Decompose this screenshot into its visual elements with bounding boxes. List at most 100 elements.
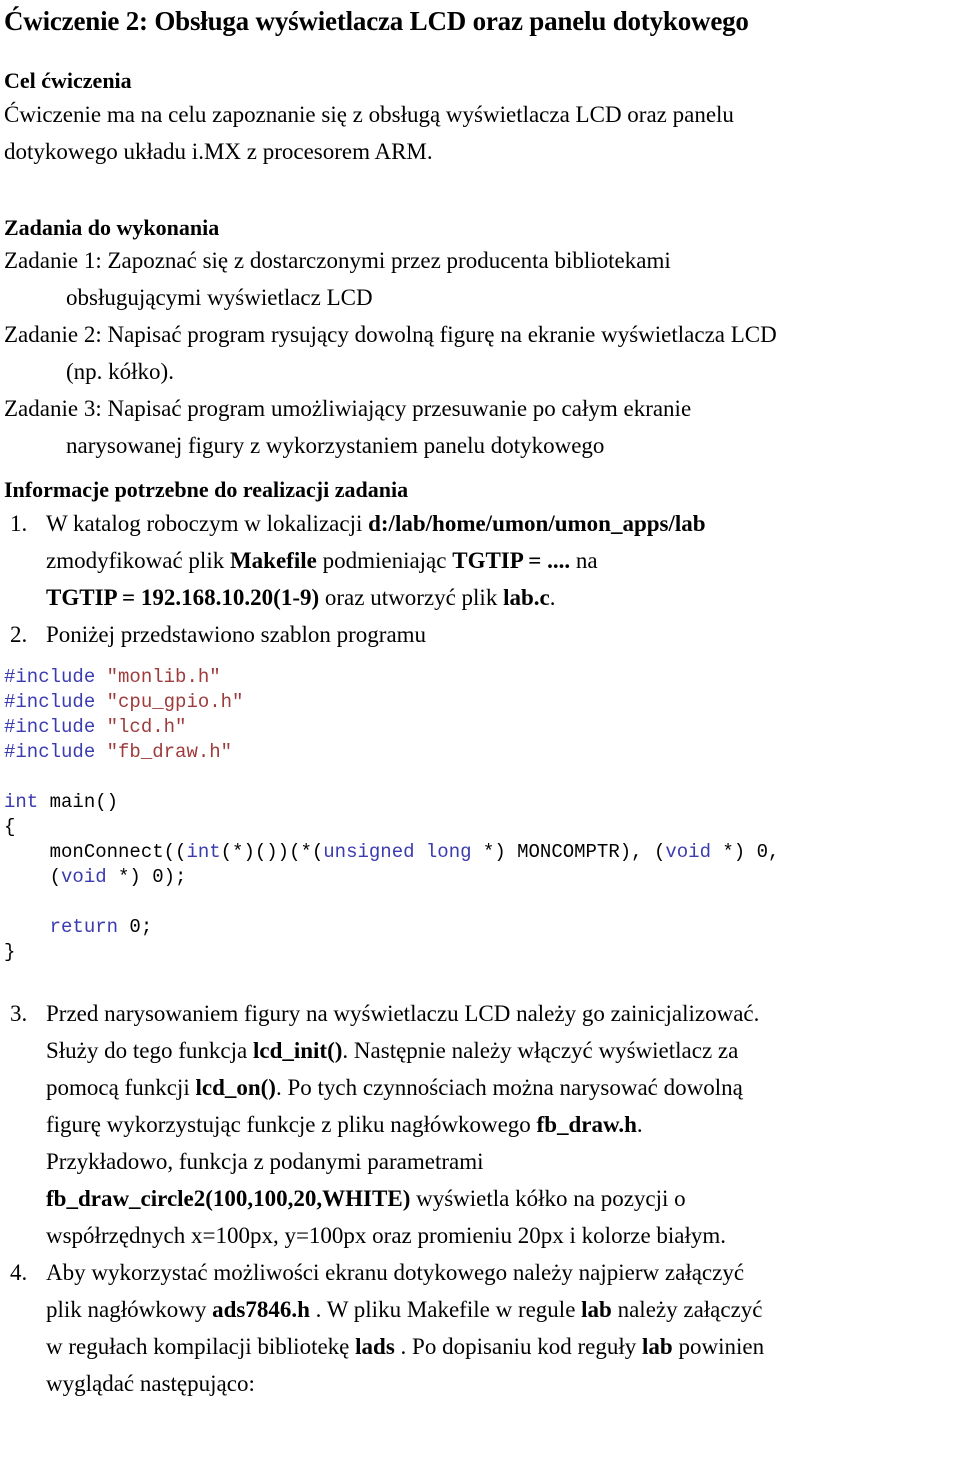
code-token-pp: #include (4, 715, 96, 738)
emphasis-text: lab.c (503, 584, 550, 610)
plain-text: . W pliku Makefile w regule (309, 1296, 582, 1322)
list-item-marker: 2. (10, 621, 28, 647)
list-item-line: plik nagłówkowy ads7846.h . W pliku Make… (46, 1291, 960, 1328)
plain-text: Przed narysowaniem figury na wyświetlacz… (46, 1000, 760, 1026)
plain-text: oraz utworzyć plik (319, 584, 504, 610)
plain-text: Poniżej przedstawiono szablon programu (46, 621, 427, 647)
plain-text: wyglądać następująco: (46, 1370, 255, 1396)
code-token: 0; (118, 915, 153, 938)
task-cont: narysowanej figury z wykorzystaniem pane… (66, 433, 605, 459)
list-item-line: figurę wykorzystując funkcje z pliku nag… (46, 1106, 960, 1143)
code-line: (void *) 0); (4, 865, 960, 890)
code-block: #include "monlib.h" #include "cpu_gpio.h"… (4, 665, 960, 965)
list-item-line: Poniżej przedstawiono szablon programu (46, 616, 960, 653)
code-token: } (4, 940, 16, 963)
code-token-kw: return (49, 915, 119, 938)
info-heading: Informacje potrzebne do realizacji zadan… (4, 477, 409, 503)
code-token-pp: #include (4, 690, 96, 713)
emphasis-text: d:/lab/home/umon/umon_apps/lab (368, 510, 706, 536)
list-item-marker: 3. (10, 1000, 28, 1026)
plain-text: figurę wykorzystując funkcje z pliku nag… (46, 1111, 537, 1137)
code-line: monConnect((int(*)())(*(unsigned long *)… (4, 840, 960, 865)
code-token-str: "cpu_gpio.h" (106, 690, 244, 713)
plain-text: plik nagłówkowy (46, 1296, 213, 1322)
emphasis-text: TGTIP = .... (452, 547, 571, 573)
emphasis-text: ads7846.h (212, 1296, 310, 1322)
code-token-kw: void (665, 840, 711, 863)
info-list-part1: 1. W katalog roboczym w lokalizacji d:/la… (0, 505, 960, 653)
task-main: Zadanie 1: Zapoznać się z dostarczonymi … (4, 248, 671, 274)
document-page: Ćwiczenie 2: Obsługa wyświetlacza LCD or… (0, 6, 960, 1480)
emphasis-text: lcd_init() (252, 1037, 343, 1063)
list-item-line: współrzędnych x=100px, y=100px oraz prom… (46, 1217, 960, 1254)
emphasis-text: lab (581, 1296, 612, 1322)
code-token: (*)())(*( (220, 840, 324, 863)
plain-text: na (570, 547, 598, 573)
code-token-str: "monlib.h" (106, 665, 221, 688)
code-token-kw: int (4, 790, 39, 813)
emphasis-text: lab (642, 1333, 673, 1359)
code-token-kw: void (61, 865, 107, 888)
list-item: 1. W katalog roboczym w lokalizacji d:/la… (10, 505, 960, 616)
plain-text: . Po tych czynnościach można narysować d… (275, 1074, 743, 1100)
emphasis-text: lcd_on() (195, 1074, 276, 1100)
list-item-line: W katalog roboczym w lokalizacji d:/lab/… (46, 505, 960, 542)
code-token-str: "fb_draw.h" (106, 740, 233, 763)
list-item-line: TGTIP = 192.168.10.20(1-9) oraz utworzyć… (46, 579, 960, 616)
task-main: Zadanie 2: Napisać program rysujący dowo… (4, 322, 777, 348)
code-token: *) 0, (710, 840, 780, 863)
plain-text: w regułach kompilacji bibliotekę (46, 1333, 356, 1359)
task-cont: (np. kółko). (66, 359, 174, 385)
plain-text: pomocą funkcji (46, 1074, 196, 1100)
info-list-part2: 3. Przed narysowaniem figury na wyświetla… (0, 995, 960, 1402)
tasks-list: Zadanie 1: Zapoznać się z dostarczonymi … (0, 242, 960, 464)
emphasis-text: Makefile (229, 547, 317, 573)
plain-text: W katalog roboczym w lokalizacji (46, 510, 369, 536)
code-token-pp: #include (4, 665, 96, 688)
emphasis-text: TGTIP = 192.168.10.20(1-9) (46, 584, 320, 610)
code-line: return 0; (4, 915, 960, 940)
code-line: int main() (4, 790, 960, 815)
goal-line-1: Ćwiczenie ma na celu zapoznanie się z ob… (4, 101, 734, 127)
code-token-kw: unsigned long (323, 840, 472, 863)
plain-text: Aby wykorzystać możliwości ekranu dotyko… (46, 1259, 745, 1285)
tasks-heading: Zadania do wykonania (4, 214, 220, 240)
plain-text: . Następnie należy włączyć wyświetlacz z… (342, 1037, 739, 1063)
list-item-line: pomocą funkcji lcd_on(). Po tych czynnoś… (46, 1069, 960, 1106)
code-token-str: "lcd.h" (106, 715, 187, 738)
goal-heading: Cel ćwiczenia (4, 68, 132, 94)
emphasis-text: fb_draw_circle2(100,100,20,WHITE) (46, 1185, 411, 1211)
code-line: { (4, 815, 960, 840)
task-main: Zadanie 3: Napisać program umożliwiający… (4, 396, 692, 422)
code-line: } (4, 940, 960, 965)
list-item: 3. Przed narysowaniem figury na wyświetla… (10, 995, 960, 1254)
emphasis-text: fb_draw.h (536, 1111, 637, 1137)
plain-text: Służy do tego funkcja (46, 1037, 253, 1063)
plain-text: . Po dopisaniu kod reguły (394, 1333, 643, 1359)
list-item-line: Aby wykorzystać możliwości ekranu dotyko… (46, 1254, 960, 1291)
code-token: *) 0); (106, 865, 187, 888)
code-line: #include "fb_draw.h" (4, 740, 960, 765)
plain-text: . (549, 584, 556, 610)
list-item: 4. Aby wykorzystać możliwości ekranu doty… (10, 1254, 960, 1402)
emphasis-text: lads (355, 1333, 395, 1359)
code-token: *) MONCOMPTR), ( (471, 840, 666, 863)
list-item: 2. Poniżej przedstawiono szablon programu (10, 616, 960, 653)
plain-text: powinien (672, 1333, 765, 1359)
code-token: { (4, 815, 16, 838)
list-item-line: Przykładowo, funkcja z podanymi parametr… (46, 1143, 960, 1180)
list-item-line: Służy do tego funkcja lcd_init(). Następ… (46, 1032, 960, 1069)
plain-text: współrzędnych x=100px, y=100px oraz prom… (46, 1222, 727, 1248)
goal-line-2: dotykowego układu i.MX z procesorem ARM. (4, 138, 433, 164)
plain-text: zmodyfikować plik (46, 547, 230, 573)
list-item-line: w regułach kompilacji bibliotekę lads . … (46, 1328, 960, 1365)
